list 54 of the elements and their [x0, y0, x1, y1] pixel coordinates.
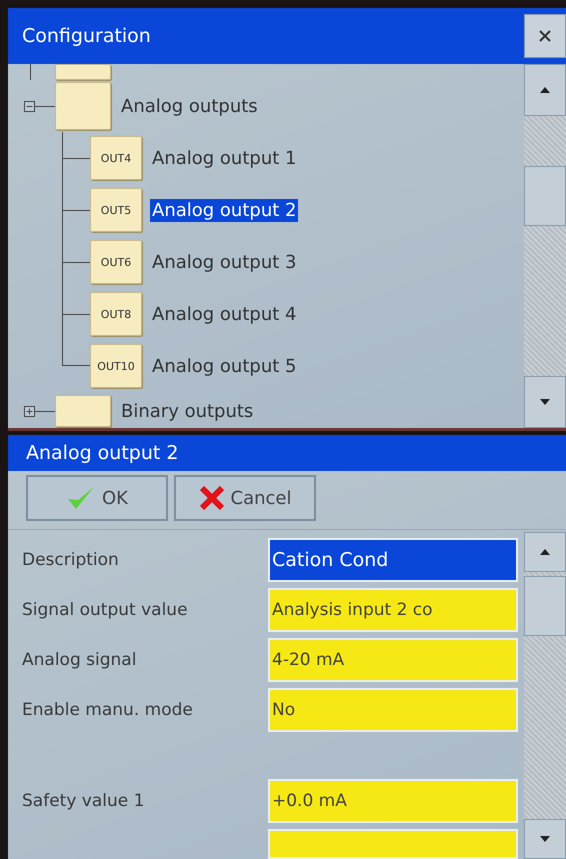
field-label: Safety value 1 [22, 791, 146, 811]
field-label: Signal output value [22, 600, 189, 620]
tree-item[interactable]: Binary outputs [8, 392, 524, 428]
cancel-button[interactable]: Cancel [174, 475, 316, 521]
close-button[interactable] [524, 14, 566, 58]
down-arrow-icon [539, 835, 551, 843]
scrollbar[interactable] [524, 532, 566, 859]
tree-label: Analog output 4 [151, 302, 298, 326]
tree-label: Analog output 2 [150, 198, 298, 222]
input-field[interactable]: Analysis input 2 co [268, 588, 518, 632]
field-label: Enable manu. mode [22, 700, 194, 720]
folder-label: OUT8 [90, 292, 142, 336]
scroll-down-button[interactable] [524, 376, 566, 428]
expand-icon[interactable] [24, 406, 35, 416]
folder-label: OUT10 [90, 344, 142, 388]
close-icon [538, 29, 552, 43]
scroll-thumb[interactable] [524, 576, 566, 636]
up-arrow-icon [539, 548, 551, 556]
folder-label: OUT6 [90, 240, 142, 284]
field-label: Analog signal [22, 650, 138, 670]
down-arrow-icon [539, 398, 551, 406]
tree-item[interactable]: OUT4 Analog output 1 [8, 132, 524, 184]
scrollbar[interactable] [524, 64, 566, 428]
folder-icon [55, 395, 111, 427]
field-label: Description [22, 550, 120, 570]
tree-item[interactable]: OUT8 Analog output 4 [8, 288, 524, 340]
dialog-title: Analog output 2 [26, 442, 180, 464]
cross-icon [198, 485, 224, 511]
folder-icon [55, 82, 111, 130]
scroll-up-button[interactable] [524, 532, 566, 572]
folder-label: OUT4 [90, 136, 142, 180]
input-field[interactable]: 4-20 mA [268, 638, 518, 682]
tree-item[interactable]: OUT6 Analog output 3 [8, 236, 524, 288]
scroll-thumb[interactable] [524, 166, 566, 226]
tree-item[interactable]: OUT10 Analog output 5 [8, 340, 524, 392]
tree-item[interactable]: OUT5 Analog output 2 [8, 184, 524, 236]
input-field[interactable]: No [268, 688, 518, 732]
folder-icon [55, 64, 111, 80]
input-field[interactable]: Cation Cond [268, 538, 518, 582]
tree-label: Analog output 5 [151, 354, 298, 378]
tree-label: Binary outputs [120, 400, 254, 422]
tree-item[interactable]: Analog outputs [8, 80, 524, 132]
up-arrow-icon [539, 86, 551, 94]
collapse-icon[interactable] [24, 100, 35, 112]
tree-label: Analog output 1 [151, 146, 298, 170]
ok-button[interactable]: OK [26, 475, 168, 521]
tree-label: Analog outputs [120, 94, 259, 118]
folder-label: OUT5 [90, 188, 142, 232]
input-field[interactable]: +0.0 mA [268, 779, 518, 823]
window-title: Configuration [22, 25, 152, 47]
scroll-up-button[interactable] [524, 64, 566, 116]
tree-label: Analog output 3 [151, 250, 298, 274]
input-field[interactable] [268, 829, 518, 859]
scroll-down-button[interactable] [524, 819, 566, 859]
